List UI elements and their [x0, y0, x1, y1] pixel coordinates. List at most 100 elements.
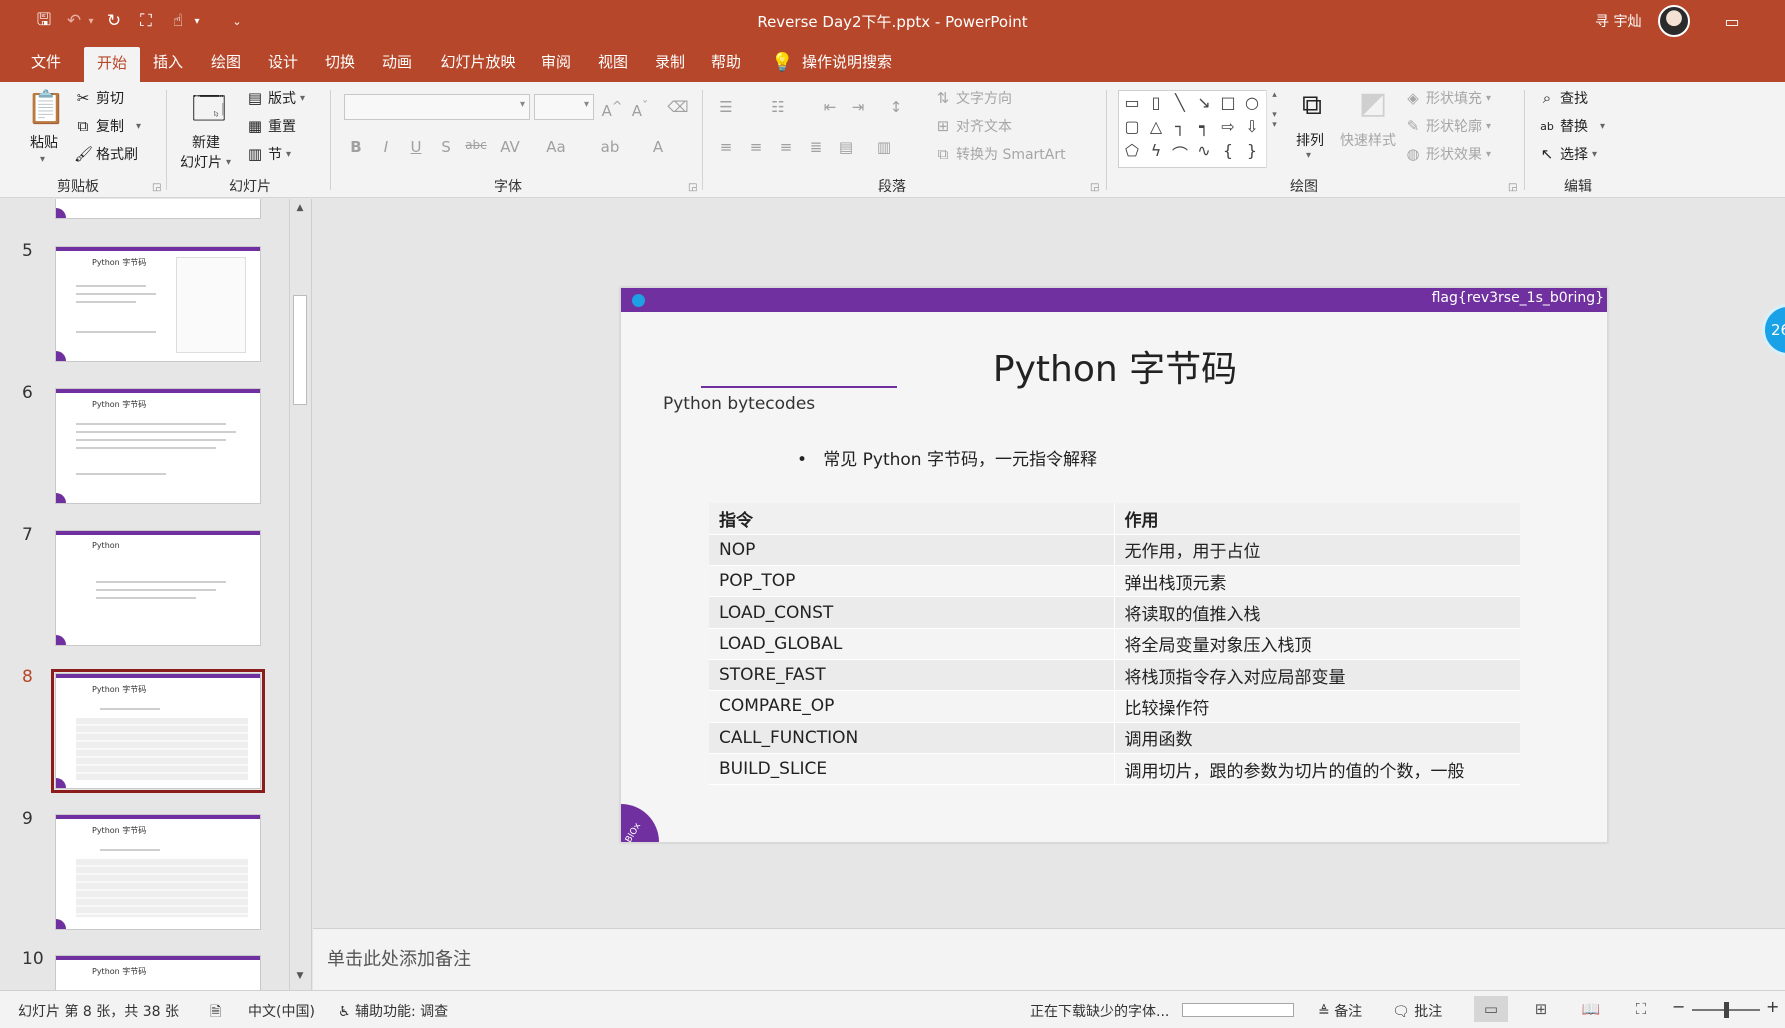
- paste-button[interactable]: 粘贴: [30, 132, 58, 152]
- increase-font-icon[interactable]: A^: [600, 98, 624, 120]
- user-avatar[interactable]: [1658, 5, 1690, 37]
- user-name[interactable]: 寻 宇灿: [1595, 11, 1641, 31]
- table-cell[interactable]: STORE_FAST: [709, 659, 1115, 692]
- thumbnail-scrollbar[interactable]: ▲ ▼: [289, 199, 309, 990]
- slide-thumbnail-6[interactable]: Python 字节码: [55, 388, 261, 504]
- table-cell[interactable]: 将栈顶指令存入对应局部变量: [1114, 659, 1520, 692]
- arrange-icon[interactable]: ⧉: [1290, 88, 1334, 122]
- change-case-icon[interactable]: Aa: [544, 138, 568, 156]
- select-button[interactable]: ↖ 选择 ▾: [1538, 144, 1597, 164]
- shadow-icon[interactable]: S: [434, 138, 458, 156]
- spellcheck-icon[interactable]: 🗎: [210, 1001, 221, 1025]
- right-brace-icon[interactable]: }: [1241, 141, 1263, 160]
- slide-canvas[interactable]: flag{rev3rse_1s_b0ring} Python 字节码 Pytho…: [620, 287, 1608, 843]
- replace-button[interactable]: ab 替换 ▾: [1538, 116, 1605, 136]
- tab-help[interactable]: 帮助: [700, 42, 752, 82]
- table-cell[interactable]: 将读取的值推入栈: [1114, 596, 1520, 629]
- copy-dropdown-icon[interactable]: ▾: [136, 121, 141, 132]
- slide-thumbnail-9[interactable]: Python 字节码: [55, 814, 261, 930]
- table-cell[interactable]: BUILD_SLICE: [709, 753, 1115, 786]
- lightbulb-icon[interactable]: 💡: [771, 52, 793, 73]
- elbow-arrow-icon[interactable]: ┑: [1193, 117, 1215, 136]
- rectangle-shape-icon[interactable]: □: [1217, 93, 1239, 112]
- format-painter-button[interactable]: 🖌 格式刷: [74, 144, 138, 164]
- columns-icon[interactable]: ▥: [872, 138, 896, 156]
- tab-insert[interactable]: 插入: [142, 42, 194, 82]
- table-cell[interactable]: 调用函数: [1114, 722, 1520, 754]
- tab-view[interactable]: 视图: [587, 42, 639, 82]
- text-direction-button[interactable]: ⇅ 文字方向: [934, 88, 1012, 108]
- zoom-in-icon[interactable]: +: [1766, 997, 1779, 1016]
- strikethrough-icon[interactable]: abc: [464, 138, 488, 152]
- ribbon-display-options-icon[interactable]: ▭: [1718, 8, 1746, 34]
- tab-review[interactable]: 审阅: [530, 42, 582, 82]
- textbox-shape-icon[interactable]: ▭: [1121, 93, 1143, 112]
- table-cell[interactable]: POP_TOP: [709, 565, 1115, 598]
- new-slide-button-line2[interactable]: 幻灯片 ▾: [180, 152, 231, 172]
- zoom-out-icon[interactable]: −: [1672, 997, 1685, 1016]
- tell-me-search[interactable]: 操作说明搜索: [802, 42, 902, 82]
- tab-transitions[interactable]: 切换: [314, 42, 366, 82]
- char-spacing-icon[interactable]: AV: [498, 138, 522, 156]
- paragraph-launcher-icon[interactable]: ◲: [1090, 182, 1099, 193]
- shape-effects-button[interactable]: ◍ 形状效果 ▾: [1404, 144, 1491, 164]
- tab-design[interactable]: 设计: [257, 42, 309, 82]
- slide-flag-text[interactable]: flag{rev3rse_1s_b0ring}: [1432, 290, 1604, 306]
- bytecode-table[interactable]: 指令 作用 NOP 无作用，用于占位 POP_TOP 弹出栈顶元素 LOAD_CON…: [709, 503, 1520, 786]
- lightning-shape-icon[interactable]: ϟ: [1145, 141, 1167, 160]
- left-brace-icon[interactable]: {: [1217, 141, 1239, 160]
- section-button[interactable]: ▥ 节 ▾: [246, 144, 291, 164]
- save-icon[interactable]: 🖫: [30, 8, 58, 34]
- tab-slideshow[interactable]: 幻灯片放映: [430, 42, 526, 82]
- undo-dropdown-icon[interactable]: ▾: [84, 8, 98, 34]
- quick-styles-button[interactable]: 快速样式: [1340, 130, 1396, 150]
- table-cell[interactable]: LOAD_GLOBAL: [709, 628, 1115, 660]
- slide-sorter-icon[interactable]: ⊞: [1524, 996, 1558, 1022]
- cut-button[interactable]: ✂ 剪切: [74, 88, 124, 108]
- line-shape-icon[interactable]: ╲: [1169, 93, 1191, 112]
- accessibility-status[interactable]: ♿ 辅助功能: 调查: [338, 1001, 448, 1021]
- clipboard-launcher-icon[interactable]: ◲: [152, 182, 161, 193]
- language-status[interactable]: 中文(中国): [248, 1001, 315, 1021]
- slide-thumbnail-pane[interactable]: 5 Python 字节码 6 Python 字节码 7 Python 8 Pyt…: [0, 199, 312, 990]
- bold-icon[interactable]: B: [344, 138, 368, 156]
- slideshow-view-icon[interactable]: ⛶: [1624, 996, 1658, 1022]
- align-right-icon[interactable]: ≡: [774, 138, 798, 156]
- table-header-cell[interactable]: 指令: [709, 503, 1115, 535]
- scroll-up-icon[interactable]: ▲: [293, 203, 307, 217]
- shape-gallery[interactable]: ▭ ▯ ╲ ↘ □ ○ ▢ △ ┐ ┑ ⇨ ⇩ ⬠ ϟ ⌒ ∿ { }: [1118, 90, 1282, 168]
- slide-thumbnail-4[interactable]: [55, 199, 261, 219]
- down-arrow-shape-icon[interactable]: ⇩: [1241, 117, 1263, 136]
- notes-pane[interactable]: 单击此处添加备注: [313, 928, 1785, 990]
- arrow-line-shape-icon[interactable]: ↘: [1193, 93, 1215, 112]
- new-slide-button[interactable]: 新建: [192, 132, 220, 152]
- pentagon-shape-icon[interactable]: ⬠: [1121, 141, 1143, 160]
- slide-thumbnail-8[interactable]: Python 字节码: [51, 669, 265, 793]
- tab-home[interactable]: 开始: [84, 47, 140, 82]
- table-cell[interactable]: LOAD_CONST: [709, 596, 1115, 629]
- touch-dropdown-icon[interactable]: ▾: [190, 8, 204, 34]
- tab-record[interactable]: 录制: [644, 42, 696, 82]
- justify-icon[interactable]: ≣: [804, 138, 828, 156]
- oval-shape-icon[interactable]: ○: [1241, 93, 1263, 112]
- table-header-cell[interactable]: 作用: [1114, 503, 1520, 535]
- decrease-indent-icon[interactable]: ⇤: [818, 98, 842, 116]
- align-center-icon[interactable]: ≡: [744, 138, 768, 156]
- table-cell[interactable]: 无作用，用于占位: [1114, 534, 1520, 567]
- bullets-icon[interactable]: ☰: [714, 98, 738, 116]
- slide-bullet[interactable]: • 常见 Python 字节码，一元指令解释: [797, 445, 1097, 470]
- font-color-icon[interactable]: A: [646, 138, 670, 156]
- gallery-scroll[interactable]: ▴ ▾ ▾: [1266, 90, 1282, 168]
- table-cell[interactable]: NOP: [709, 534, 1115, 567]
- numbering-icon[interactable]: ☷: [766, 98, 790, 116]
- smartart-button[interactable]: ⧉ 转换为 SmartArt: [934, 144, 1066, 164]
- right-arrow-shape-icon[interactable]: ⇨: [1217, 117, 1239, 136]
- layout-button[interactable]: ▤ 版式 ▾: [246, 88, 305, 108]
- scroll-down-icon[interactable]: ▼: [293, 971, 307, 985]
- notes-placeholder[interactable]: 单击此处添加备注: [327, 945, 471, 971]
- tab-file[interactable]: 文件: [18, 42, 74, 82]
- slide-thumbnail-5[interactable]: Python 字节码: [55, 246, 261, 362]
- vtextbox-shape-icon[interactable]: ▯: [1145, 93, 1167, 112]
- slide-subtitle[interactable]: Python bytecodes: [663, 394, 815, 414]
- paste-icon[interactable]: 📋: [24, 88, 68, 126]
